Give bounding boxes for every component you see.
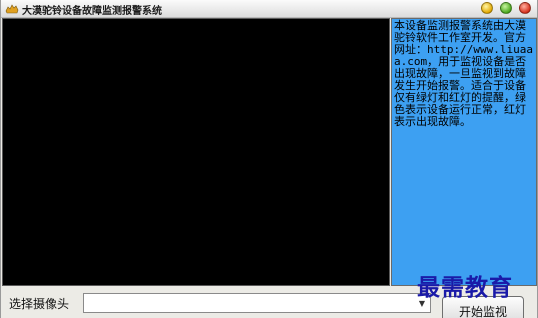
- camel-icon: [5, 4, 19, 14]
- watermark-logo: 最需教育: [417, 274, 513, 301]
- video-preview: [2, 18, 390, 286]
- camera-select[interactable]: ▼: [83, 293, 431, 313]
- minimize-button[interactable]: [481, 2, 493, 14]
- app-window: 大漠驼铃设备故障监测报警系统 本设备监测报警系统由大漠驼铃软件工作室开发。官方网…: [0, 0, 538, 318]
- close-button[interactable]: [519, 2, 531, 14]
- maximize-button[interactable]: [500, 2, 512, 14]
- info-panel: 本设备监测报警系统由大漠驼铃软件工作室开发。官方网址：http://www.li…: [391, 18, 537, 286]
- camera-label: 选择摄像头: [9, 297, 70, 311]
- info-text: 本设备监测报警系统由大漠驼铃软件工作室开发。官方网址：http://www.li…: [394, 19, 533, 128]
- title-bar[interactable]: 大漠驼铃设备故障监测报警系统: [1, 0, 537, 18]
- window-title: 大漠驼铃设备故障监测报警系统: [22, 6, 162, 17]
